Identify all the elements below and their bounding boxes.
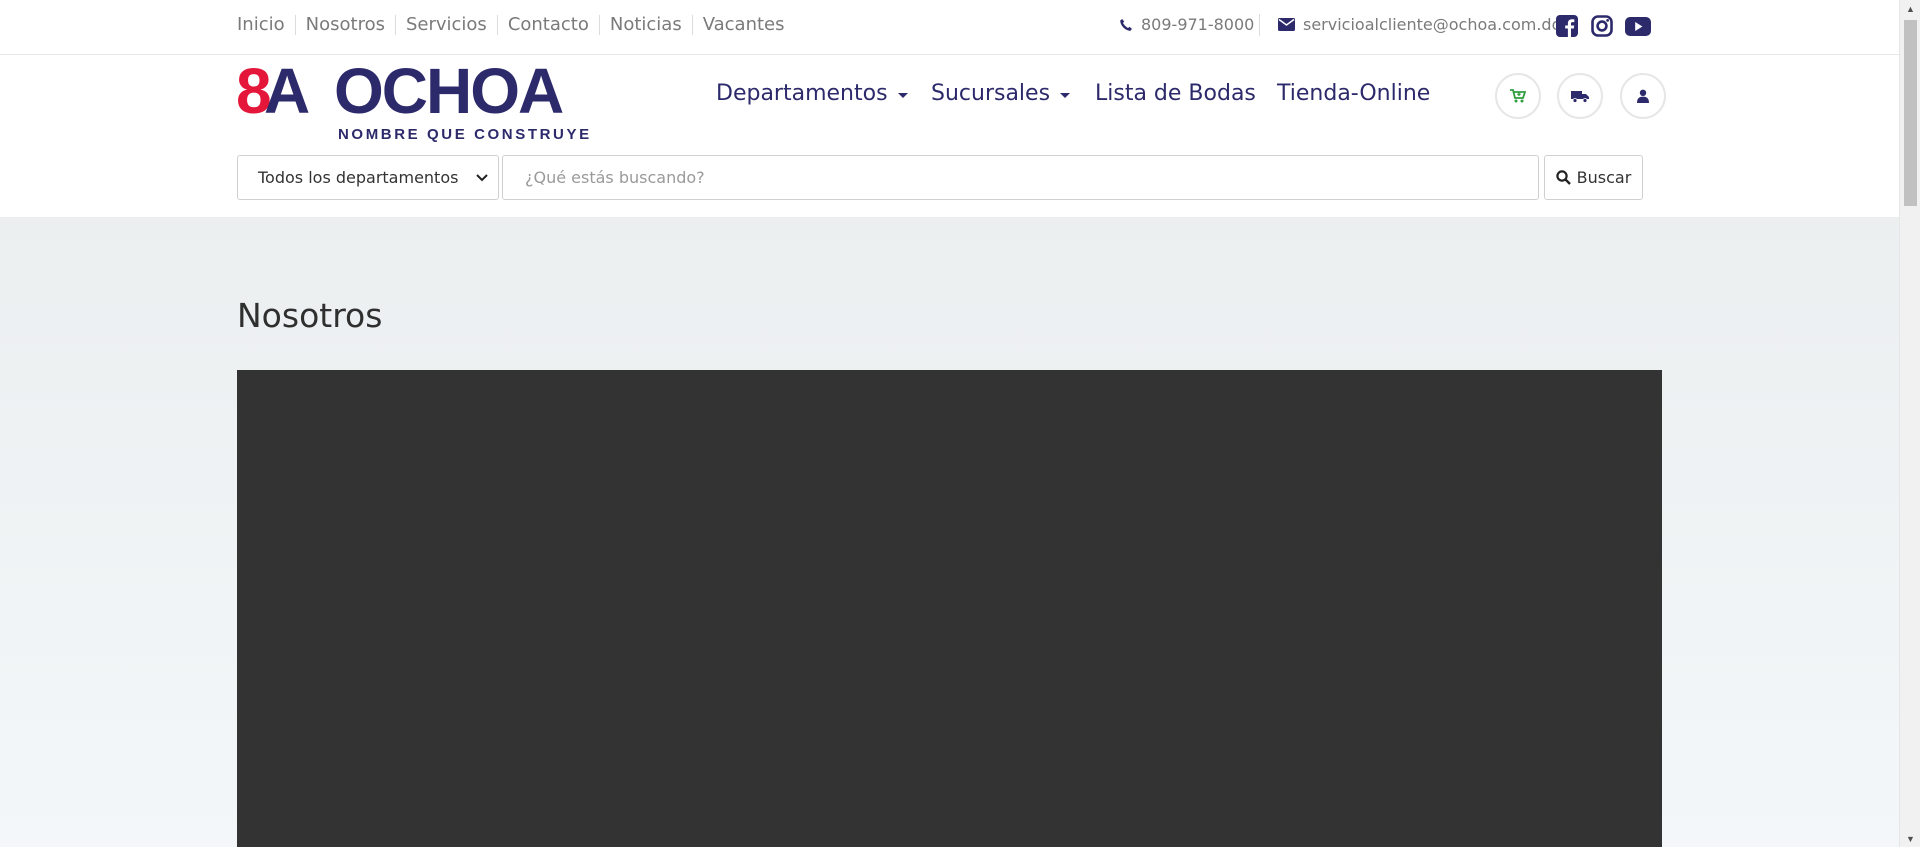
search-button[interactable]: Buscar — [1544, 155, 1643, 200]
svg-text:A: A — [264, 61, 309, 127]
ochoa-logo[interactable]: 8 A OCHOA NOMBRE QUE CONSTRUYE — [236, 61, 592, 143]
phone-contact[interactable]: 809-971-8000 — [1119, 15, 1254, 34]
top-link-noticias[interactable]: Noticias — [598, 15, 692, 35]
nav-departamentos[interactable]: Departamentos — [716, 81, 908, 106]
top-link-inicio[interactable]: Inicio — [237, 15, 295, 35]
nav-lista-label: Lista de Bodas — [1095, 81, 1256, 106]
page-title: Nosotros — [237, 296, 383, 335]
top-link-vacantes[interactable]: Vacantes — [691, 15, 795, 35]
nav-sucursales-label: Sucursales — [931, 81, 1051, 106]
top-link-contacto[interactable]: Contacto — [496, 15, 599, 35]
envelope-icon — [1278, 18, 1295, 31]
vertical-scrollbar[interactable]: ▲ ▼ — [1899, 0, 1920, 847]
search-input[interactable] — [502, 155, 1539, 200]
nav-tienda-online[interactable]: Tienda-Online — [1277, 81, 1430, 106]
instagram-icon[interactable] — [1590, 14, 1614, 38]
contact-divider — [1259, 14, 1260, 36]
top-bar: Inicio Nosotros Servicios Contacto Notic… — [0, 0, 1899, 55]
video-player[interactable] — [237, 370, 1662, 847]
truck-icon — [1571, 90, 1589, 103]
site-header: 8 A OCHOA NOMBRE QUE CONSTRUYE Departame… — [0, 55, 1899, 217]
top-link-servicios[interactable]: Servicios — [394, 15, 497, 35]
caret-down-icon — [897, 92, 908, 98]
account-button[interactable] — [1620, 73, 1666, 119]
search-button-label: Buscar — [1576, 168, 1632, 187]
department-select[interactable]: Todos los departamentos — [237, 155, 499, 200]
scroll-thumb[interactable] — [1904, 20, 1917, 206]
caret-down-icon — [1060, 92, 1071, 98]
email-address: servicioalcliente@ochoa.com.do — [1303, 15, 1562, 34]
facebook-icon[interactable] — [1555, 14, 1579, 38]
nav-tienda-label: Tienda-Online — [1277, 81, 1431, 106]
youtube-icon[interactable] — [1624, 14, 1652, 38]
top-link-nosotros[interactable]: Nosotros — [294, 15, 395, 35]
search-bar: Todos los departamentos Buscar — [237, 155, 1643, 200]
scroll-up-arrow-icon[interactable]: ▲ — [1900, 0, 1920, 17]
department-select-value: Todos los departamentos — [258, 168, 459, 187]
phone-number: 809-971-8000 — [1141, 15, 1255, 34]
delivery-button[interactable] — [1557, 73, 1603, 119]
page: Inicio Nosotros Servicios Contacto Notic… — [0, 0, 1899, 847]
search-icon — [1555, 170, 1571, 185]
top-links: Inicio Nosotros Servicios Contacto Notic… — [237, 15, 795, 35]
main-content: Nosotros — [0, 217, 1899, 847]
svg-text:NOMBRE QUE CONSTRUYE: NOMBRE QUE CONSTRUYE — [338, 126, 592, 143]
phone-icon — [1120, 18, 1132, 31]
cart-button[interactable] — [1495, 73, 1541, 119]
scroll-down-arrow-icon[interactable]: ▼ — [1900, 830, 1920, 847]
nav-departamentos-label: Departamentos — [716, 81, 888, 106]
nav-sucursales[interactable]: Sucursales — [931, 81, 1071, 106]
svg-text:OCHOA: OCHOA — [334, 61, 563, 127]
cart-icon — [1510, 89, 1526, 103]
email-contact[interactable]: servicioalcliente@ochoa.com.do — [1278, 15, 1561, 34]
chevron-down-icon — [476, 173, 488, 181]
nav-lista-de-bodas[interactable]: Lista de Bodas — [1095, 81, 1256, 106]
user-icon — [1637, 89, 1649, 103]
